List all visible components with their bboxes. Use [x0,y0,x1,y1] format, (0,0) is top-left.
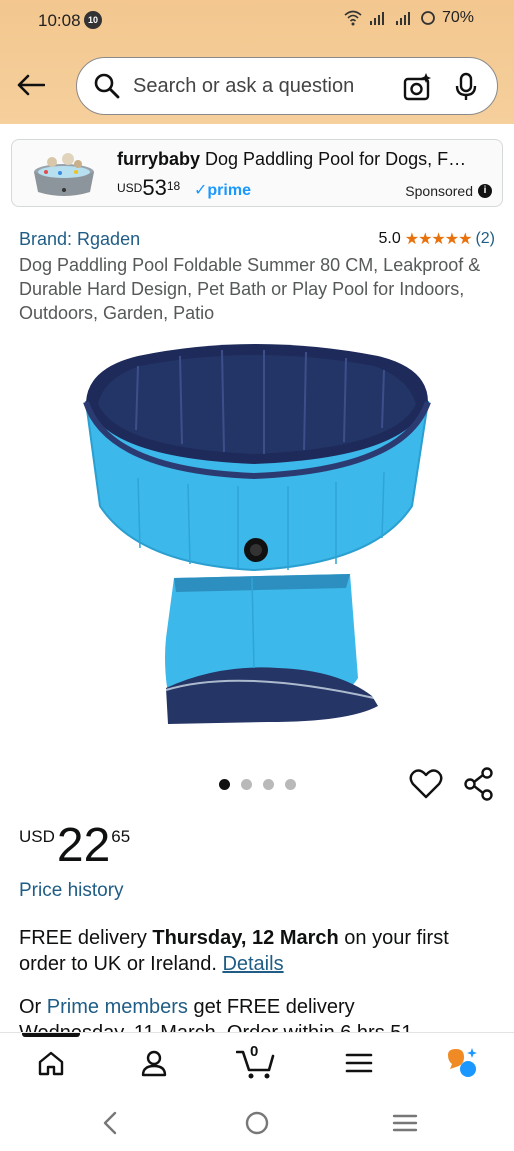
home-active-indicator [22,1033,80,1037]
product-price: USD 22 65 [19,822,130,870]
sponsored-label[interactable]: Sponsored i [405,183,492,199]
home-icon [38,1051,64,1076]
sponsored-title: furrybaby Dog Paddling Pool for Dogs, F… [117,149,497,170]
price-whole: 22 [56,819,111,872]
nav-cart[interactable]: 0 [236,1043,276,1081]
image-carousel-dots[interactable] [219,779,296,790]
wifi-icon [344,10,362,26]
rating-count[interactable]: (2) [475,230,495,248]
sponsored-currency: USD [117,181,143,195]
notification-badge: 10 [84,11,102,29]
sponsored-brand: furrybaby [117,149,201,169]
rating-value: 5.0 [378,230,401,247]
prime-badge: ✓prime [194,182,251,199]
status-time: 10:08 [38,11,81,30]
delivery-info: FREE delivery Thursday, 12 March on your… [19,925,499,977]
product-image[interactable] [78,338,434,730]
price-history-link[interactable]: Price history [19,880,124,902]
battery-ring-icon [421,11,435,25]
delivery-date: Thursday, 12 March [152,927,339,949]
sponsored-ad-card[interactable]: furrybaby Dog Paddling Pool for Dogs, F…… [11,139,503,207]
info-icon[interactable]: i [478,184,492,198]
carousel-dot-2[interactable] [241,779,252,790]
system-navigation-bar [0,1092,514,1151]
sponsored-price: USD 53 18 [117,177,180,199]
carousel-dot-4[interactable] [285,779,296,790]
wishlist-heart-icon[interactable] [409,767,443,801]
status-bar: 10:08 10 70% [0,0,514,42]
nav-menu[interactable] [339,1045,379,1081]
sponsored-price-fraction: 18 [166,179,181,193]
sponsored-product-image [34,153,94,196]
system-recents-icon[interactable] [390,1110,420,1136]
brand-link[interactable]: Brand: Rgaden [19,229,140,250]
app-header: 10:08 10 70% [0,0,514,124]
microphone-icon[interactable] [453,72,479,102]
prime-suffix: get FREE delivery [187,996,355,1018]
share-icon[interactable] [462,767,496,801]
prime-delivery-cutoff: Wednesday, 11 March. Order within 6 hrs … [19,1020,413,1032]
carousel-dot-1[interactable] [219,779,230,790]
nav-account[interactable] [134,1045,174,1081]
user-icon [141,1050,167,1077]
search-icon [94,73,120,99]
battery-percent: 70% [441,9,474,26]
signal-icon [369,12,384,25]
sponsored-text: Sponsored [405,183,473,199]
prime-prefix: Or [19,996,47,1018]
prime-delivery-info: Or Prime members get FREE delivery [19,994,499,1020]
camera-search-icon[interactable] [403,72,433,102]
system-back-icon[interactable] [96,1110,126,1136]
sponsored-product-name: Dog Paddling Pool for Dogs, F… [200,149,467,169]
bottom-navigation: 0 [0,1032,514,1092]
status-icons: 70% [344,9,474,27]
details-link[interactable]: Details [222,953,283,975]
nav-rufus[interactable] [442,1045,482,1081]
rating-summary[interactable]: 5.0 ★★★★★ (2) [378,229,495,249]
price-currency: USD [19,827,55,846]
star-rating-icon: ★★★★★ [404,231,473,248]
sponsored-price-whole: 53 [142,175,167,200]
back-button[interactable] [14,68,48,102]
rufus-assistant-icon [448,1048,477,1077]
prime-members-link[interactable]: Prime members [47,996,188,1018]
nav-home[interactable] [31,1045,71,1081]
back-arrow-icon [17,74,45,96]
delivery-prefix: FREE delivery [19,927,153,949]
signal-icon-2 [395,12,410,25]
search-input[interactable] [133,74,383,98]
hamburger-menu-icon [345,1053,373,1073]
search-bar[interactable] [76,57,498,115]
carousel-dot-3[interactable] [263,779,274,790]
system-home-icon[interactable] [242,1110,272,1136]
cart-count: 0 [250,1043,259,1060]
product-title: Dog Paddling Pool Foldable Summer 80 CM,… [19,255,481,323]
price-fraction: 65 [111,827,131,846]
